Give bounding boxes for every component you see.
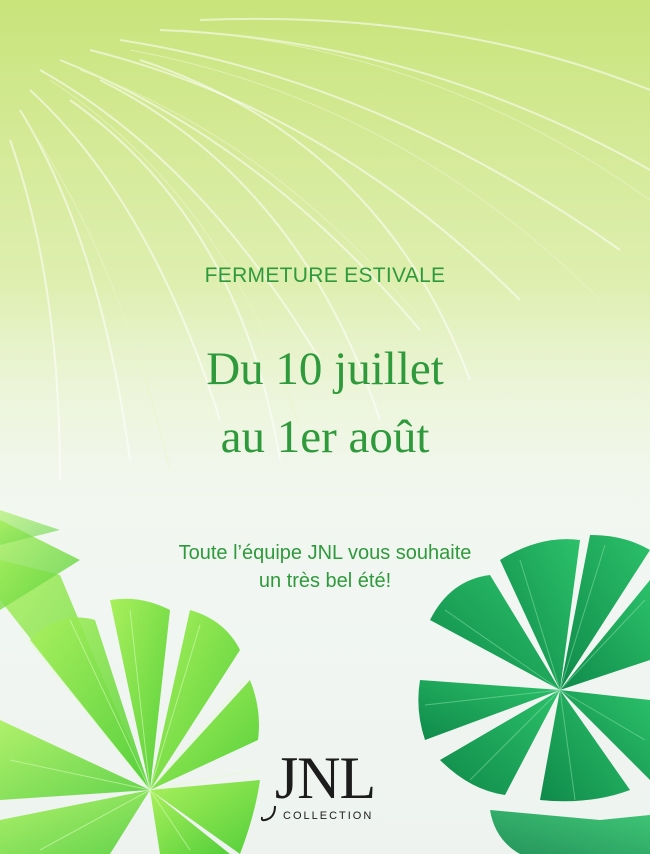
- logo-mark: JNL: [274, 745, 376, 811]
- closure-dates-line-1: Du 10 juillet: [206, 343, 444, 395]
- team-wish-line-2: un très bel été!: [258, 570, 392, 592]
- jnl-collection-logo: JNL COLLECTION: [255, 748, 395, 824]
- summer-closure-banner: FERMETURE ESTIVALE Du 10 juillet au 1er …: [0, 0, 650, 854]
- logo-subtitle: COLLECTION: [283, 810, 374, 822]
- team-wish-line-1: Toute l’équipe JNL vous souhaite: [178, 542, 472, 564]
- closure-dates-line-2: au 1er août: [220, 411, 430, 463]
- closure-title: FERMETURE ESTIVALE: [204, 264, 446, 287]
- logo-flourish-icon: [261, 806, 276, 822]
